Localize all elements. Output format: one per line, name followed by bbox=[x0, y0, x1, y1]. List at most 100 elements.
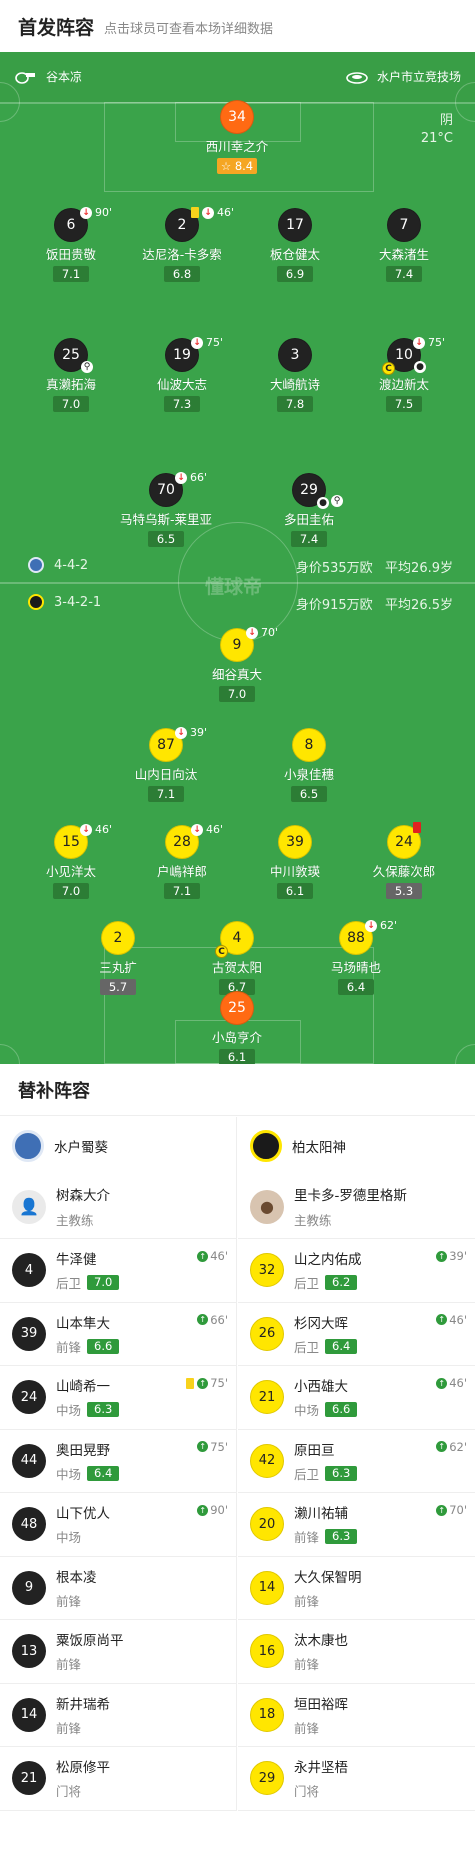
player-number: 25 bbox=[220, 991, 254, 1025]
sub-in-icon: ↑ bbox=[197, 1504, 209, 1516]
away-team-row: 柏太阳神 bbox=[238, 1117, 475, 1175]
player-position: 后卫 bbox=[294, 1276, 320, 1292]
player-rating: 6.9 bbox=[277, 266, 313, 282]
player-number: 21 bbox=[250, 1380, 284, 1415]
sub-out-icon: ↓ bbox=[202, 206, 214, 219]
home-player[interactable]: 7 大森渚生 7.4 bbox=[349, 208, 459, 282]
player-number: 14 bbox=[12, 1697, 46, 1732]
home-player[interactable]: 10 C ● 渡边新太 7.5 bbox=[349, 338, 459, 412]
player-rating: 6.4 bbox=[338, 979, 374, 995]
sub-event: ↓ 39' bbox=[175, 726, 207, 739]
substitutes-section: 替补阵容 水户蜀葵 👤 树森大介 主教练 4 牛泽健 后卫 7.0 ↑ 46' 39 山本隼大 前锋… bbox=[0, 1064, 475, 1863]
home-player[interactable]: 3 大崎航诗 7.8 bbox=[240, 338, 350, 412]
sub-player-row[interactable]: 21 小西雄大 中场 6.6 ↑ 46' bbox=[238, 1366, 475, 1430]
away-player[interactable]: 88 马场晴也 6.4 bbox=[301, 921, 411, 995]
sub-player-row[interactable]: 9 根本凌 前锋 bbox=[0, 1557, 236, 1620]
sub-out-icon: ↓ bbox=[80, 823, 92, 836]
home-player[interactable]: 25 ⚲ 真濑拓海 7.0 bbox=[16, 338, 126, 412]
player-name: 饭田贵敬 bbox=[45, 247, 96, 262]
away-player[interactable]: 8 小泉佳穗 6.5 bbox=[254, 728, 364, 802]
away-coach[interactable]: ● 里卡多-罗德里格斯 主教练 bbox=[238, 1175, 475, 1239]
sub-player-row[interactable]: 32 山之内佑成 后卫 6.2 ↑ 39' bbox=[238, 1239, 475, 1303]
sub-event: ↓ 46' bbox=[191, 823, 223, 836]
player-number: 14 bbox=[250, 1570, 284, 1605]
sub-player-row[interactable]: 21 松原修平 门将 bbox=[0, 1747, 236, 1811]
player-name: 古贺太阳 bbox=[211, 960, 262, 975]
player-number: 24 bbox=[12, 1380, 46, 1415]
pitch: 谷本凉 水户市立竞技场 懂球帝 阴 21°C 4-4-2 身价535万欧 平均2… bbox=[0, 52, 475, 1064]
player-name: 杉冈大晖 bbox=[294, 1315, 348, 1332]
home-coach[interactable]: 👤 树森大介 主教练 bbox=[0, 1175, 236, 1239]
away-age: 平均26.5岁 bbox=[385, 598, 453, 613]
away-player[interactable]: 25 小岛亨介 6.1 bbox=[182, 991, 292, 1064]
away-player[interactable]: 9 细谷真大 7.0 bbox=[182, 628, 292, 702]
sub-player-row[interactable]: 16 汰木康也 前锋 bbox=[238, 1620, 475, 1684]
home-player[interactable]: 29 ● ⚲ 多田圭佑 7.4 bbox=[254, 473, 364, 547]
coach-name: 里卡多-罗德里格斯 bbox=[294, 1188, 407, 1204]
player-number: 4C bbox=[215, 921, 254, 958]
away-player[interactable]: 2 三丸扩 5.7 bbox=[63, 921, 173, 995]
away-player[interactable]: 15 小见洋太 7.0 bbox=[16, 825, 126, 899]
player-name: 原田亘 bbox=[294, 1442, 335, 1459]
away-player[interactable]: 24 久保藤次郎 5.3 bbox=[349, 825, 459, 899]
away-player[interactable]: 4C 古贺太阳 6.7 bbox=[182, 921, 292, 995]
away-player[interactable]: 39 中川敦瑛 6.1 bbox=[240, 825, 350, 899]
sub-player-row[interactable]: 20 濑川祐辅 前锋 6.3 ↑ 70' bbox=[238, 1493, 475, 1557]
home-player[interactable]: 70 马特乌斯-莱里亚 6.5 bbox=[111, 473, 221, 547]
home-team-logo-icon bbox=[12, 1130, 44, 1162]
player-name: 小岛亨介 bbox=[211, 1030, 262, 1045]
home-player[interactable]: 17 板仓健太 6.9 bbox=[240, 208, 350, 282]
player-name: 中川敦瑛 bbox=[269, 864, 320, 879]
player-name: 粟饭原尚平 bbox=[56, 1633, 124, 1650]
sub-player-row[interactable]: 44 奥田晃野 中场 6.4 ↑ 75' bbox=[0, 1430, 236, 1493]
sub-player-row[interactable]: 48 山下优人 中场 ↑ 90' bbox=[0, 1493, 236, 1557]
home-logo-icon bbox=[28, 557, 44, 573]
player-name: 山本隼大 bbox=[56, 1315, 110, 1332]
player-number: 32 bbox=[250, 1253, 284, 1288]
player-position: 中场 bbox=[56, 1403, 82, 1419]
sub-player-row[interactable]: 42 原田亘 后卫 6.3 ↑ 62' bbox=[238, 1430, 475, 1493]
player-number: 26 bbox=[250, 1316, 284, 1351]
sub-player-row[interactable]: 14 大久保智明 前锋 bbox=[238, 1557, 475, 1620]
player-number: 21 bbox=[12, 1761, 46, 1796]
player-rating: 6.1 bbox=[219, 1049, 255, 1064]
player-position: 前锋 bbox=[56, 1720, 82, 1736]
player-number: 4 bbox=[12, 1253, 46, 1288]
player-name: 渡边新太 bbox=[378, 377, 429, 392]
sub-player-row[interactable]: 14 新井瑞希 前锋 bbox=[0, 1684, 236, 1747]
sub-in-time: ↑ 46' bbox=[436, 1313, 467, 1327]
sub-in-icon: ↑ bbox=[197, 1250, 209, 1262]
player-name: 仙波大志 bbox=[156, 377, 207, 392]
player-rating: ☆ 8.4 bbox=[216, 158, 258, 174]
player-name: 奥田晃野 bbox=[56, 1442, 110, 1459]
away-player[interactable]: 87 山内日向汰 7.1 bbox=[111, 728, 221, 802]
player-name: 山崎希一 bbox=[56, 1379, 110, 1396]
sub-event: ↓ 66' bbox=[175, 471, 207, 484]
sub-player-row[interactable]: 24 山崎希一 中场 6.3 ↑ 75' bbox=[0, 1366, 236, 1430]
home-player[interactable]: 19 仙波大志 7.3 bbox=[127, 338, 237, 412]
lineup-header: 首发阵容 点击球员可查看本场详细数据 bbox=[0, 0, 475, 52]
player-name: 垣田裕晖 bbox=[294, 1696, 348, 1713]
sub-in-icon: ↑ bbox=[436, 1377, 448, 1389]
player-number: 44 bbox=[12, 1443, 46, 1478]
sub-player-row[interactable]: 4 牛泽健 后卫 7.0 ↑ 46' bbox=[0, 1239, 236, 1303]
away-subs-column: 柏太阳神 ● 里卡多-罗德里格斯 主教练 32 山之内佑成 后卫 6.2 ↑ 39' 26 杉冈大… bbox=[238, 1117, 475, 1811]
home-player[interactable]: 6 饭田贵敬 7.1 bbox=[16, 208, 126, 282]
home-player[interactable]: 34 西川幸之介 ☆ 8.4 bbox=[182, 100, 292, 174]
assist-icon: ⚲ bbox=[331, 495, 343, 507]
sub-out-icon: ↓ bbox=[191, 336, 203, 349]
sub-player-row[interactable]: 39 山本隼大 前锋 6.6 ↑ 66' bbox=[0, 1303, 236, 1366]
sub-player-row[interactable]: 29 永井坚梧 门将 bbox=[238, 1747, 475, 1811]
sub-player-row[interactable]: 18 垣田裕晖 前锋 bbox=[238, 1684, 475, 1747]
goal-ball-icon: ● bbox=[414, 361, 426, 373]
player-name: 山之内佑成 bbox=[294, 1252, 362, 1269]
player-number: 16 bbox=[250, 1634, 284, 1669]
player-name: 板仓健太 bbox=[269, 247, 320, 262]
home-player[interactable]: 2 达尼洛-卡多索 6.8 bbox=[127, 208, 237, 282]
sub-player-row[interactable]: 13 粟饭原尚平 前锋 bbox=[0, 1620, 236, 1684]
away-player[interactable]: 28 户嶋祥郎 7.1 bbox=[127, 825, 237, 899]
sub-player-row[interactable]: 26 杉冈大晖 后卫 6.4 ↑ 46' bbox=[238, 1303, 475, 1366]
venue-name: 水户市立竞技场 bbox=[376, 70, 461, 84]
player-name: 大崎航诗 bbox=[269, 377, 320, 392]
sub-in-time: ↑ 62' bbox=[436, 1440, 467, 1454]
